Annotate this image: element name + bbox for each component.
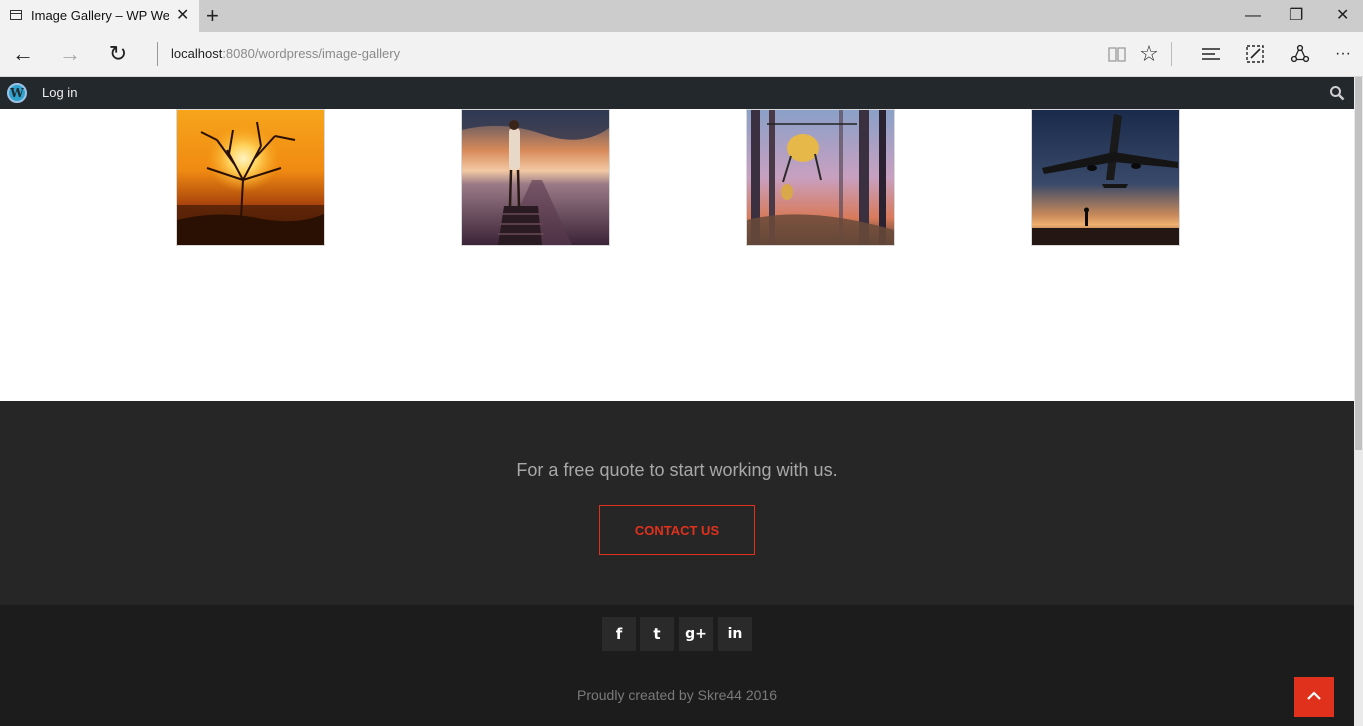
close-window-button[interactable]: ✕	[1336, 4, 1349, 28]
page-icon	[10, 10, 22, 20]
back-to-top-button[interactable]	[1294, 677, 1334, 717]
more-button[interactable]: ···	[1329, 40, 1357, 68]
gallery-image-airplane-sky[interactable]	[1031, 109, 1180, 246]
google-plus-icon[interactable]: g+	[679, 617, 713, 651]
web-note-icon[interactable]	[1241, 40, 1269, 68]
new-tab-button[interactable]: +	[206, 4, 219, 28]
browser-tab-strip: Image Gallery – WP Wel ✕ + — ❐ ✕	[0, 0, 1363, 32]
search-icon[interactable]	[1329, 85, 1345, 101]
wordpress-logo-icon[interactable]: W	[7, 83, 27, 103]
gallery-image-helicopter-forest[interactable]	[746, 109, 895, 246]
facebook-icon[interactable]: f	[602, 617, 636, 651]
contact-us-button[interactable]: CONTACT US	[599, 505, 755, 555]
cta-section: For a free quote to start working with u…	[0, 401, 1354, 605]
forward-button[interactable]: →	[56, 40, 84, 68]
hub-icon[interactable]	[1197, 40, 1225, 68]
back-button[interactable]: ←	[9, 40, 37, 68]
login-link[interactable]: Log in	[42, 85, 77, 100]
favorite-star-button[interactable]: ☆	[1135, 40, 1163, 68]
scrollbar-thumb[interactable]	[1355, 77, 1362, 450]
twitter-icon[interactable]: t	[640, 617, 674, 651]
restore-button[interactable]: ❐	[1289, 4, 1303, 28]
share-icon[interactable]	[1286, 40, 1314, 68]
gallery-section	[0, 109, 1354, 401]
linkedin-icon[interactable]: in	[718, 617, 752, 651]
site-footer: f t g+ in Proudly created by Skre44 2016	[0, 605, 1354, 726]
toolbar-divider	[1171, 42, 1172, 66]
address-host: localhost	[171, 46, 223, 61]
cta-text: For a free quote to start working with u…	[516, 460, 838, 480]
browser-navbar: ← → ↻ localhost:8080/wordpress/image-gal…	[0, 32, 1363, 77]
tab-close-icon[interactable]: ✕	[176, 6, 189, 26]
address-bar[interactable]: localhost:8080/wordpress/image-gallery	[171, 46, 400, 61]
address-path: :8080/wordpress/image-gallery	[222, 46, 401, 61]
footer-credit: Proudly created by Skre44 2016	[576, 687, 777, 703]
reading-view-icon[interactable]	[1103, 40, 1131, 68]
refresh-button[interactable]: ↻	[104, 40, 132, 68]
wp-admin-bar: W Log in	[0, 77, 1354, 109]
gallery-image-woman-on-pier[interactable]	[461, 109, 610, 246]
browser-tab[interactable]: Image Gallery – WP Wel ✕	[0, 0, 199, 32]
tab-title: Image Gallery – WP Wel	[31, 8, 169, 23]
minimize-button[interactable]: —	[1245, 4, 1261, 28]
page-scrollbar[interactable]	[1354, 77, 1363, 726]
gallery-image-sunset-tree[interactable]	[176, 109, 325, 246]
address-divider	[157, 42, 158, 66]
chevron-up-icon	[1306, 688, 1322, 706]
